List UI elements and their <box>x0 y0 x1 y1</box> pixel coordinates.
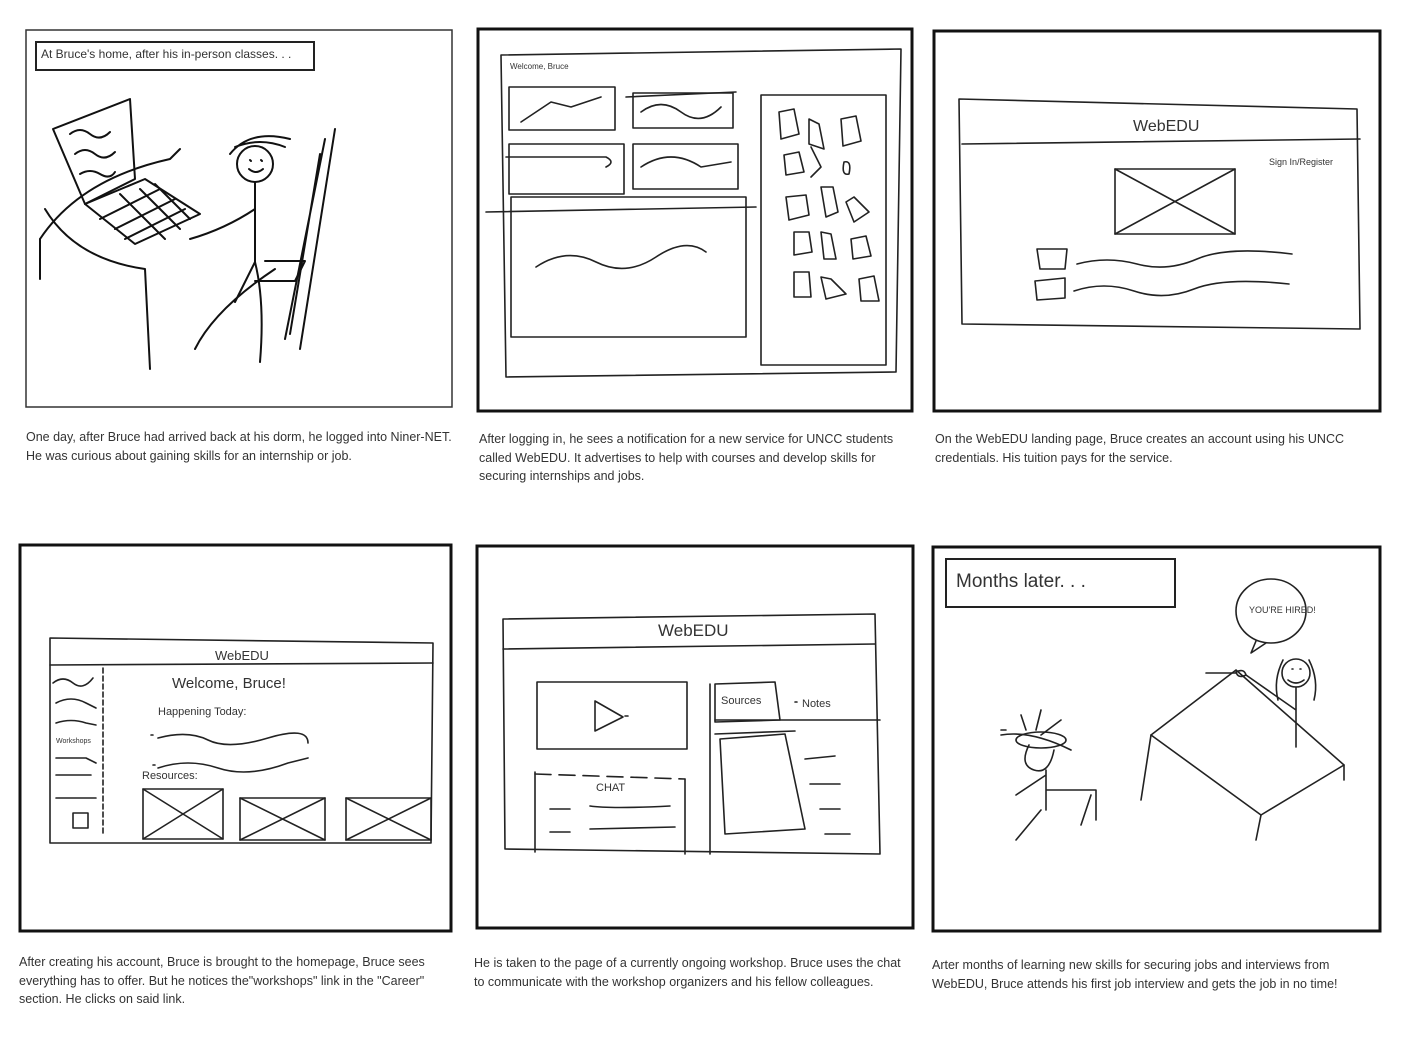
panel-1: At Bruce's home, after his in-person cla… <box>25 29 453 408</box>
panel-2: Welcome, Bruce <box>476 27 914 413</box>
speech-bubble-text: YOU'RE HIRED! <box>1249 605 1316 615</box>
scene-caption-box: At Bruce's home, after his in-person cla… <box>35 41 315 71</box>
time-skip-text: Months later. . . <box>956 571 1086 592</box>
time-skip-box: Months later. . . <box>945 558 1176 608</box>
panel-3: WebEDU Sign In/Register <box>932 29 1382 413</box>
panel-2-caption: After logging in, he sees a notification… <box>479 432 894 483</box>
homepage-title: WebEDU <box>215 648 269 663</box>
signin-register-link[interactable]: Sign In/Register <box>1269 157 1333 167</box>
happening-today-label: Happening Today: <box>158 706 247 718</box>
panel-4-caption: After creating his account, Bruce is bro… <box>19 955 425 1006</box>
panel-1-sketch <box>25 29 453 408</box>
dashboard-welcome-label: Welcome, Bruce <box>510 62 569 71</box>
panel-4: WebEDU Welcome, Bruce! Happening Today: … <box>18 543 453 933</box>
panel-6-caption: Arter months of learning new skills for … <box>932 958 1338 991</box>
panel-5-sketch <box>475 544 915 930</box>
workshop-page-title: WebEDU <box>658 621 729 640</box>
panel-5: WebEDU Sources Notes CHAT <box>475 544 915 930</box>
panel-2-sketch <box>476 27 914 413</box>
chat-label: CHAT <box>596 782 626 794</box>
panel-5-caption: He is taken to the page of a currently o… <box>474 956 901 989</box>
notes-tab[interactable]: Notes <box>802 698 831 710</box>
panel-3-caption: On the WebEDU landing page, Bruce create… <box>935 432 1345 465</box>
homepage-welcome: Welcome, Bruce! <box>172 675 286 692</box>
panel-3-sketch <box>932 29 1382 413</box>
resources-label: Resources: <box>142 770 198 782</box>
panel-6: Months later. . . YOU'RE HIRED! <box>931 545 1382 933</box>
scene-caption-text: At Bruce's home, after his in-person cla… <box>41 47 292 61</box>
sources-tab[interactable]: Sources <box>721 695 761 707</box>
panel-1-caption: One day, after Bruce had arrived back at… <box>26 430 452 463</box>
landing-title: WebEDU <box>1133 118 1200 135</box>
workshops-link[interactable]: Workshops <box>56 738 91 745</box>
